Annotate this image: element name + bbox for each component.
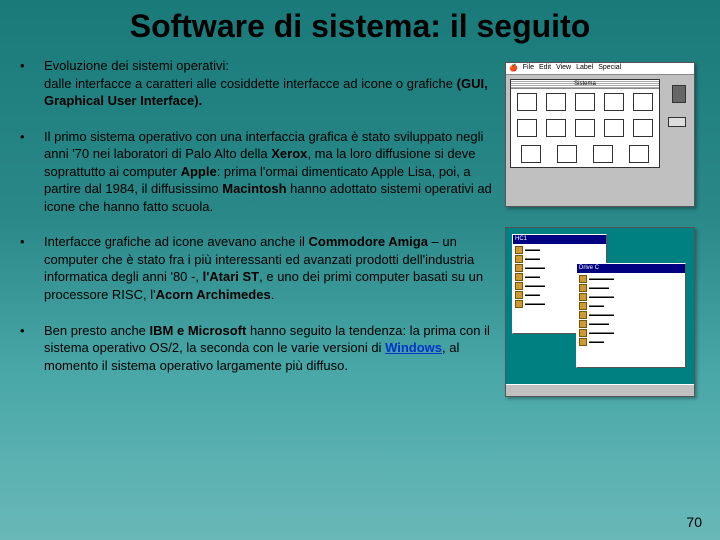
folder-icon — [579, 293, 587, 301]
folder-icon — [546, 93, 566, 111]
folder-icon — [604, 119, 624, 137]
folder-icon — [579, 329, 587, 337]
taskbar — [506, 384, 694, 396]
folder-icon — [633, 93, 653, 111]
folder-icon — [515, 246, 523, 254]
folder-icon — [546, 119, 566, 137]
folder-icon — [515, 300, 523, 308]
bullet-text: Evoluzione dei sistemi operativi: dalle … — [44, 57, 495, 110]
mac-screenshot: 🍎 File Edit View Label Special Sistema — [505, 62, 695, 207]
content-area: • Evoluzione dei sistemi operativi: dall… — [0, 57, 720, 397]
folder-icon — [579, 302, 587, 310]
image-column: 🍎 File Edit View Label Special Sistema — [505, 57, 700, 397]
folder-icon — [579, 311, 587, 319]
harddisk-icon — [668, 117, 686, 127]
page-number: 70 — [686, 514, 702, 530]
folder-icon — [579, 284, 587, 292]
window-2: Drive C ▬▬▬▬▬ ▬▬▬▬ ▬▬▬▬▬ ▬▬▬ ▬▬▬▬▬ ▬▬▬▬ … — [576, 263, 686, 368]
window-titlebar: Drive C — [577, 264, 685, 273]
bullet-marker: • — [20, 57, 44, 110]
windows-desktop: HC1 ▬▬▬ ▬▬▬ ▬▬▬▬ ▬▬▬ ▬▬▬▬ ▬▬▬ ▬▬▬▬ Drive… — [506, 228, 694, 396]
folder-icon — [515, 282, 523, 290]
mac-menubar: 🍎 File Edit View Label Special — [506, 63, 694, 75]
bullet-marker: • — [20, 128, 44, 216]
bullet-item: • Ben presto anche IBM e Microsoft hanno… — [20, 322, 495, 375]
bullet-item: • Il primo sistema operativo con una int… — [20, 128, 495, 216]
folder-icon — [517, 119, 537, 137]
bullet-item: • Interfacce grafiche ad icone avevano a… — [20, 233, 495, 303]
bullet-marker: • — [20, 233, 44, 303]
mac-window-title: Sistema — [511, 80, 659, 89]
folder-icon — [575, 93, 595, 111]
icon-row — [511, 89, 659, 115]
folder-icon — [521, 145, 541, 163]
folder-icon — [579, 275, 587, 283]
icon-row — [511, 141, 659, 167]
folder-icon — [633, 119, 653, 137]
folder-icon — [575, 119, 595, 137]
folder-icon — [515, 291, 523, 299]
bullet-text: Ben presto anche IBM e Microsoft hanno s… — [44, 322, 495, 375]
folder-icon — [604, 93, 624, 111]
folder-icon — [557, 145, 577, 163]
windows-link: Windows — [385, 340, 442, 355]
folder-icon — [579, 320, 587, 328]
windows-screenshot: HC1 ▬▬▬ ▬▬▬ ▬▬▬▬ ▬▬▬ ▬▬▬▬ ▬▬▬ ▬▬▬▬ Drive… — [505, 227, 695, 397]
mac-window: Sistema — [510, 79, 660, 168]
folder-icon — [629, 145, 649, 163]
bullet-text: Il primo sistema operativo con una inter… — [44, 128, 495, 216]
apple-menu-icon: 🍎 — [509, 64, 518, 73]
window-body: ▬▬▬▬▬ ▬▬▬▬ ▬▬▬▬▬ ▬▬▬ ▬▬▬▬▬ ▬▬▬▬ ▬▬▬▬▬ ▬▬… — [577, 273, 685, 367]
folder-icon — [515, 255, 523, 263]
bullet-item: • Evoluzione dei sistemi operativi: dall… — [20, 57, 495, 110]
window-titlebar: HC1 — [513, 235, 606, 244]
folder-icon — [593, 145, 613, 163]
bullet-marker: • — [20, 322, 44, 375]
folder-icon — [517, 93, 537, 111]
trash-icon — [672, 85, 686, 103]
text-column: • Evoluzione dei sistemi operativi: dall… — [20, 57, 505, 397]
bullet-list: • Evoluzione dei sistemi operativi: dall… — [20, 57, 495, 374]
folder-icon — [515, 273, 523, 281]
icon-row — [511, 115, 659, 141]
folder-icon — [515, 264, 523, 272]
slide-title: Software di sistema: il seguito — [0, 0, 720, 57]
bullet-text: Interfacce grafiche ad icone avevano anc… — [44, 233, 495, 303]
folder-icon — [579, 338, 587, 346]
